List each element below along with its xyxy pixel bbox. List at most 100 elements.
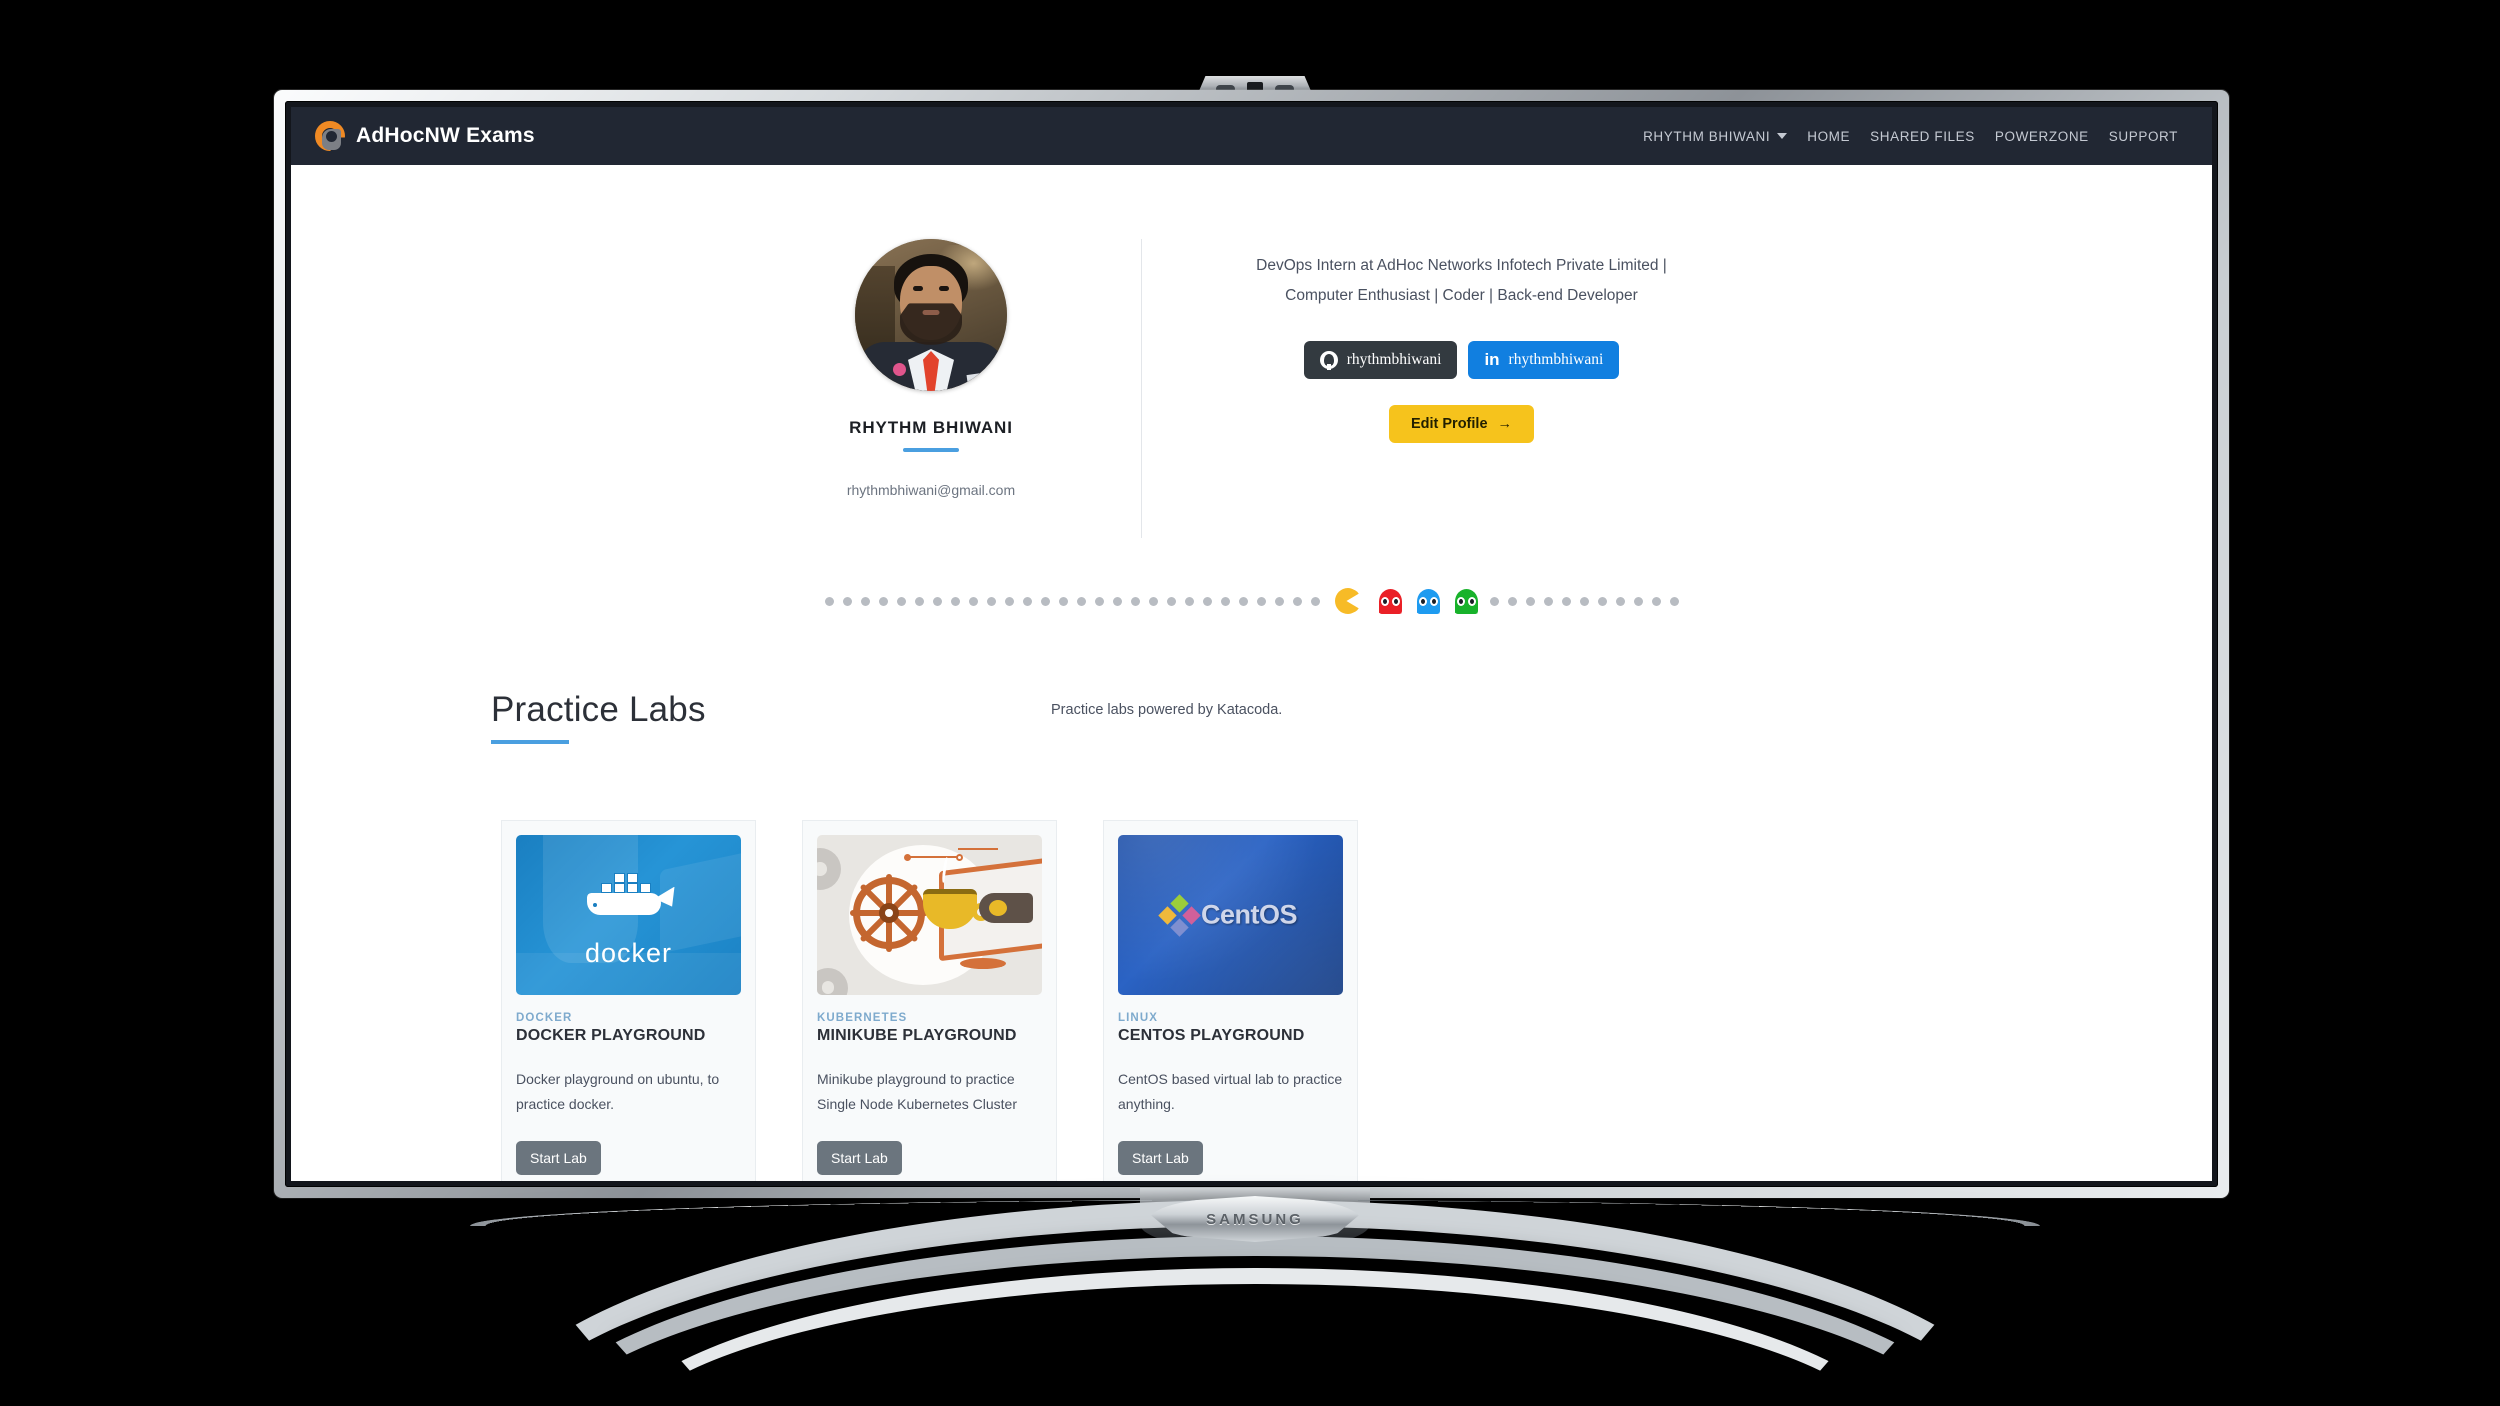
lab-card-title: DOCKER PLAYGROUND	[516, 1027, 706, 1044]
profile-email: rhythmbhiwani@gmail.com	[846, 482, 1016, 498]
profile-summary: RHYTHM BHIWANI rhythmbhiwani@gmail.com	[722, 239, 1142, 538]
screenshot-stage: AdHocNW Exams RHYTHM BHIWANI HOME SHARED…	[0, 0, 2500, 1406]
linkedin-username: rhythmbhiwani	[1508, 351, 1604, 368]
chevron-down-icon	[1777, 133, 1788, 139]
lab-card-category: LINUX	[1118, 1012, 1158, 1024]
page-title: Practice Labs	[491, 690, 706, 729]
lab-card-category: DOCKER	[516, 1012, 573, 1024]
pacman-dot-before-6	[1220, 596, 1230, 606]
pacman-dot-after-11	[1669, 596, 1679, 606]
pacman-dot-before-5	[1238, 596, 1248, 606]
practice-labs-header: Practice Labs Practice labs powered by K…	[491, 690, 2072, 744]
nav-item-shared-files[interactable]: SHARED FILES	[1870, 129, 1975, 144]
title-underline	[491, 740, 569, 744]
lab-card-description: Docker playground on ubuntu, to practice…	[516, 1071, 720, 1112]
hand-icon	[979, 892, 1033, 923]
lab-card-minikube[interactable]: KUBERNETES MINIKUBE PLAYGROUND Minikube …	[802, 820, 1057, 1181]
lab-card-docker[interactable]: docker DOCKER DOCKER PLAYGROUND Docker p…	[501, 820, 756, 1181]
pacman-dot-before-1	[1310, 596, 1320, 606]
docker-wordmark: docker	[584, 938, 673, 969]
pacman-dot-after-8	[1615, 596, 1625, 606]
start-lab-button[interactable]: Start Lab	[1118, 1141, 1203, 1175]
ghost-cyan-icon	[1416, 588, 1440, 614]
centos-logo-image: CentOS	[1118, 835, 1343, 995]
linkedin-icon: in	[1484, 350, 1500, 369]
pacman-dot-before-15	[1058, 596, 1068, 606]
pacman-dot-before-4	[1256, 596, 1266, 606]
github-icon	[1319, 351, 1338, 370]
ghost-green-icon	[1454, 588, 1478, 614]
adhocnw-logo-icon	[315, 121, 345, 151]
practice-labs-section: Practice Labs Practice labs powered by K…	[291, 690, 2212, 1181]
profile-bio: DevOps Intern at AdHoc Networks Infotech…	[1256, 251, 1667, 311]
pacman-dot-after-5	[1561, 596, 1571, 606]
name-underline	[903, 448, 959, 452]
pacman-dot-before-7	[1202, 596, 1212, 606]
nav-item-home[interactable]: HOME	[1807, 129, 1850, 144]
tv-screen: AdHocNW Exams RHYTHM BHIWANI HOME SHARED…	[291, 107, 2212, 1181]
lab-card-title: MINIKUBE PLAYGROUND	[817, 1027, 1017, 1044]
nav-item-powerzone[interactable]: POWERZONE	[1995, 129, 2089, 144]
site-header: AdHocNW Exams RHYTHM BHIWANI HOME SHARED…	[291, 107, 2212, 165]
pacman-dot-before-8	[1184, 596, 1194, 606]
profile-section: RHYTHM BHIWANI rhythmbhiwani@gmail.com D…	[291, 165, 2212, 538]
pacman-dot-before-10	[1148, 596, 1158, 606]
arrow-right-icon: →	[1497, 416, 1513, 432]
pacman-dot-after-2	[1507, 596, 1517, 606]
brand-title: AdHocNW Exams	[356, 124, 535, 147]
pacman-dot-after-7	[1597, 596, 1607, 606]
edit-profile-label: Edit Profile	[1410, 416, 1488, 432]
linkedin-link-button[interactable]: in rhythmbhiwani	[1468, 341, 1620, 379]
pacman-dot-before-14	[1076, 596, 1086, 606]
lab-card-centos[interactable]: CentOS LINUX CENTOS PLAYGROUND CentOS ba…	[1103, 820, 1358, 1181]
lab-card-description: Minikube playground to practice Single N…	[817, 1071, 1018, 1112]
pacman-dot-before-26	[860, 596, 870, 606]
profile-details: DevOps Intern at AdHoc Networks Infotech…	[1142, 239, 1782, 538]
practice-labs-note: Practice labs powered by Katacoda.	[1051, 702, 1283, 718]
github-username: rhythmbhiwani	[1346, 351, 1442, 368]
centos-wordmark: CentOS	[1200, 899, 1298, 930]
avatar	[855, 239, 1007, 391]
pacman-dot-before-16	[1040, 596, 1050, 606]
pacman-divider	[291, 588, 2212, 614]
start-lab-button[interactable]: Start Lab	[516, 1141, 601, 1175]
kubernetes-helm-illustration	[817, 835, 1042, 995]
social-links: rhythmbhiwani in rhythmbhiwani	[1303, 341, 1620, 379]
profile-bio-line-1: DevOps Intern at AdHoc Networks Infotech…	[1256, 257, 1667, 274]
pacman-dot-after-1	[1489, 596, 1499, 606]
pacman-dot-after-3	[1525, 596, 1535, 606]
pacman-dot-before-13	[1094, 596, 1104, 606]
pacman-dot-before-24	[896, 596, 906, 606]
pacman-dot-after-6	[1579, 596, 1589, 606]
docker-whale-icon	[583, 872, 675, 923]
lab-card-list: docker DOCKER DOCKER PLAYGROUND Docker p…	[491, 820, 2072, 1181]
samsung-brand-label: SAMSUNG	[1206, 1210, 1304, 1228]
docker-whale-image: docker	[516, 835, 741, 995]
tv-inner-bezel: AdHocNW Exams RHYTHM BHIWANI HOME SHARED…	[285, 101, 2218, 1187]
pacman-dot-before-22	[932, 596, 942, 606]
tv-bezel: AdHocNW Exams RHYTHM BHIWANI HOME SHARED…	[274, 90, 2229, 1198]
lab-card-category: KUBERNETES	[817, 1012, 908, 1024]
nav-item-user-label: RHYTHM BHIWANI	[1643, 128, 1771, 144]
profile-name: RHYTHM BHIWANI	[849, 418, 1013, 437]
pacman-dot-before-12	[1112, 596, 1122, 606]
brand[interactable]: AdHocNW Exams	[315, 121, 535, 151]
pacman-dot-before-23	[914, 596, 924, 606]
ships-wheel-icon	[850, 873, 928, 952]
pacman-dot-before-9	[1166, 596, 1176, 606]
start-lab-button[interactable]: Start Lab	[817, 1141, 902, 1175]
main-nav: RHYTHM BHIWANI HOME SHARED FILES POWERZO…	[1643, 129, 2178, 144]
pacman-dot-before-28	[824, 596, 834, 606]
pacman-dot-before-20	[968, 596, 978, 606]
pacman-dot-before-19	[986, 596, 996, 606]
nav-item-user-menu[interactable]: RHYTHM BHIWANI	[1643, 128, 1788, 144]
nav-item-support[interactable]: SUPPORT	[2109, 129, 2178, 144]
lab-card-description: CentOS based virtual lab to practice any…	[1118, 1071, 1343, 1112]
pacman-dot-before-18	[1004, 596, 1014, 606]
pacman-dot-after-10	[1651, 596, 1661, 606]
pacman-dot-before-17	[1022, 596, 1032, 606]
github-link-button[interactable]: rhythmbhiwani	[1303, 341, 1458, 379]
edit-profile-button[interactable]: Edit Profile →	[1388, 405, 1535, 443]
pacman-dot-before-2	[1292, 596, 1302, 606]
centos-squares-icon	[1157, 893, 1201, 937]
